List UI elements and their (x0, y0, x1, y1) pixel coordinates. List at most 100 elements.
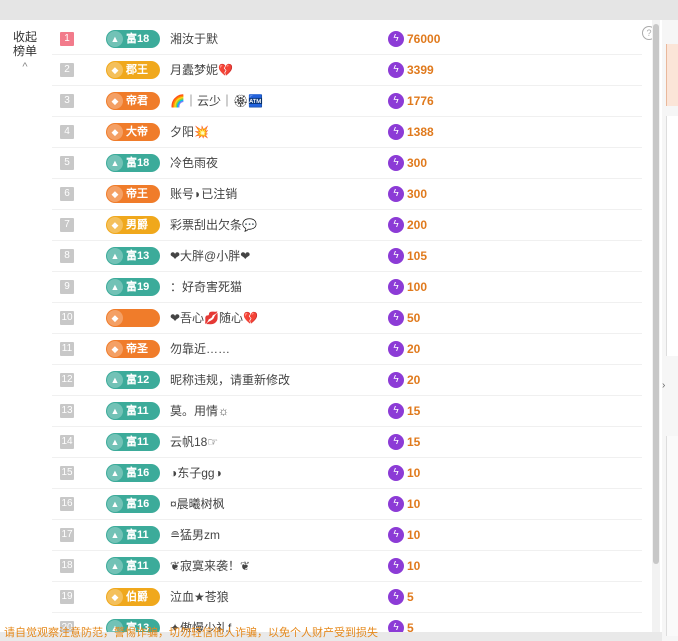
list-item[interactable]: 1 ▲ 富18 湘汝于默 ϟ 76000 (52, 24, 642, 55)
rank-number: 3 (60, 94, 74, 108)
top-bar (0, 0, 678, 20)
user-name[interactable]: ❤大胖@小胖❤ (170, 241, 250, 271)
level-badge: ▲ 富13 (106, 247, 160, 265)
lightning-icon: ϟ (388, 620, 404, 632)
user-name[interactable]: ¤晨曦树枫 (170, 489, 225, 519)
level-icon: ◆ (107, 217, 123, 233)
list-item[interactable]: 11 ◆ 帝圣 勿靠近…… ϟ 20 (52, 334, 642, 365)
list-item[interactable]: 17 ▲ 富11 ≘猛男zm ϟ 10 (52, 520, 642, 551)
list-item[interactable]: 16 ▲ 富16 ¤晨曦树枫 ϟ 10 (52, 489, 642, 520)
lightning-icon: ϟ (388, 341, 404, 357)
list-item[interactable]: 5 ▲ 富18 冷色雨夜 ϟ 300 (52, 148, 642, 179)
rank-number: 14 (60, 435, 74, 449)
contribution-value: 3399 (407, 63, 434, 77)
user-name[interactable]: 昵称违规，请重新修改 (170, 365, 290, 395)
user-name[interactable]: 账号◗已注销 (170, 179, 237, 209)
level-badge: ◆ 帝圣 (106, 340, 160, 358)
list-item[interactable]: 4 ◆ 大帝 夕阳💥 ϟ 1388 (52, 117, 642, 148)
rank-number: 9 (60, 280, 74, 294)
list-item[interactable]: 13 ▲ 富11 莫。用情☼ ϟ 15 (52, 396, 642, 427)
list-item[interactable]: 14 ▲ 富11 云帆18☞ ϟ 15 (52, 427, 642, 458)
level-badge: ▲ 富11 (106, 526, 160, 544)
rank-number: 10 (60, 311, 74, 325)
list-item[interactable]: 12 ▲ 富12 昵称违规，请重新修改 ϟ 20 (52, 365, 642, 396)
user-name[interactable]: ◑东子gg◑ (170, 458, 222, 488)
rank-number: 8 (60, 249, 74, 263)
user-name[interactable]: ❤吾心💋随心💔 (170, 303, 258, 333)
lightning-icon: ϟ (388, 558, 404, 574)
level-badge-label: 富11 (126, 436, 149, 448)
level-badge-label: 伯爵 (126, 591, 148, 603)
lightning-icon: ϟ (388, 496, 404, 512)
level-badge-label: 富16 (126, 467, 150, 479)
contribution-value: 300 (407, 187, 428, 201)
user-name[interactable]: 云帆18☞ (170, 427, 218, 457)
lightning-icon: ϟ (388, 186, 404, 202)
user-name[interactable]: 夕阳💥 (170, 117, 209, 147)
rank-number: 7 (60, 218, 74, 232)
contribution-value: 5 (407, 590, 414, 604)
contribution-value: 200 (407, 218, 428, 232)
rank-number: 5 (60, 156, 74, 170)
list-item[interactable]: 10 ◆ ❤吾心💋随心💔 ϟ 50 (52, 303, 642, 334)
list-item[interactable]: 18 ▲ 富11 ❦寂寞来袭！❦ ϟ 10 (52, 551, 642, 582)
list-item[interactable]: 7 ◆ 男爵 彩票刮出欠条💬 ϟ 200 (52, 210, 642, 241)
list-item[interactable]: 8 ▲ 富13 ❤大胖@小胖❤ ϟ 105 (52, 241, 642, 272)
lightning-icon: ϟ (388, 310, 404, 326)
contribution-value: 15 (407, 404, 421, 418)
level-icon: ▲ (107, 248, 123, 264)
user-name[interactable]: 勿靠近…… (170, 334, 230, 364)
user-name[interactable]: 湘汝于默 (170, 24, 218, 54)
list-item[interactable]: 9 ▲ 富19 ：好奇害死猫 ϟ 100 (52, 272, 642, 303)
level-icon: ▲ (107, 403, 123, 419)
level-icon: ◆ (107, 62, 123, 78)
lightning-icon: ϟ (388, 527, 404, 543)
level-badge: ◆ 帝君 (106, 92, 160, 110)
level-badge: ◆ 伯爵 (106, 588, 160, 606)
level-icon: ◆ (107, 341, 123, 357)
scrollbar-thumb[interactable] (653, 24, 659, 564)
level-icon: ▲ (107, 527, 123, 543)
contribution-value: 20 (407, 342, 421, 356)
user-name[interactable]: 莫。用情☼ (170, 396, 229, 426)
level-badge: ▲ 富19 (106, 278, 160, 296)
level-icon: ▲ (107, 558, 123, 574)
user-name[interactable]: 🌈｜云少｜🏵🏧 (170, 86, 263, 116)
level-badge: ◆ 帝王 (106, 185, 160, 203)
lightning-icon: ϟ (388, 217, 404, 233)
user-name[interactable]: ：好奇害死猫 (170, 272, 242, 302)
warning-text: 请自觉观察注意防范，警惕诈骗，切勿轻信他人诈骗，以免个人财产受到损失 (4, 627, 378, 639)
list-item[interactable]: 6 ◆ 帝王 账号◗已注销 ϟ 300 (52, 179, 642, 210)
level-badge-label: 富18 (126, 33, 150, 45)
user-name[interactable]: ❦寂寞来袭！❦ (170, 551, 250, 581)
list-item[interactable]: 2 ◆ 郡王 月蠹梦妮💔 ϟ 3399 (52, 55, 642, 86)
user-name[interactable]: 彩票刮出欠条💬 (170, 210, 257, 240)
rank-number: 6 (60, 187, 74, 201)
list-item[interactable]: 19 ◆ 伯爵 泣血★苍狼 ϟ 5 (52, 582, 642, 613)
chevron-up-icon: ^ (22, 61, 28, 73)
level-badge-label: 富12 (126, 374, 150, 386)
rank-number: 4 (60, 125, 74, 139)
list-item[interactable]: 3 ◆ 帝君 🌈｜云少｜🏵🏧 ϟ 1776 (52, 86, 642, 117)
chevron-right-icon[interactable]: › (662, 380, 665, 391)
rank-number: 15 (60, 466, 74, 480)
level-badge: ▲ 富11 (106, 433, 160, 451)
lightning-icon: ϟ (388, 248, 404, 264)
user-name[interactable]: ≘猛男zm (170, 520, 220, 550)
level-badge: ▲ 富18 (106, 30, 160, 48)
lightning-icon: ϟ (388, 62, 404, 78)
level-icon: ▲ (107, 155, 123, 171)
level-icon: ◆ (107, 310, 123, 326)
user-name[interactable]: 泣血★苍狼 (170, 582, 229, 612)
level-icon: ▲ (107, 465, 123, 481)
level-icon: ▲ (107, 372, 123, 388)
lightning-icon: ϟ (388, 589, 404, 605)
level-badge-label: 男爵 (126, 219, 148, 231)
list-item[interactable]: 15 ▲ 富16 ◑东子gg◑ ϟ 10 (52, 458, 642, 489)
contribution-value: 105 (407, 249, 428, 263)
user-name[interactable]: 月蠹梦妮💔 (170, 55, 233, 85)
side-tab[interactable] (666, 44, 678, 106)
user-name[interactable]: 冷色雨夜 (170, 148, 218, 178)
collapse-leaderboard-button[interactable]: 收起 榜单 ^ (8, 30, 42, 74)
contribution-value: 76000 (407, 32, 441, 46)
